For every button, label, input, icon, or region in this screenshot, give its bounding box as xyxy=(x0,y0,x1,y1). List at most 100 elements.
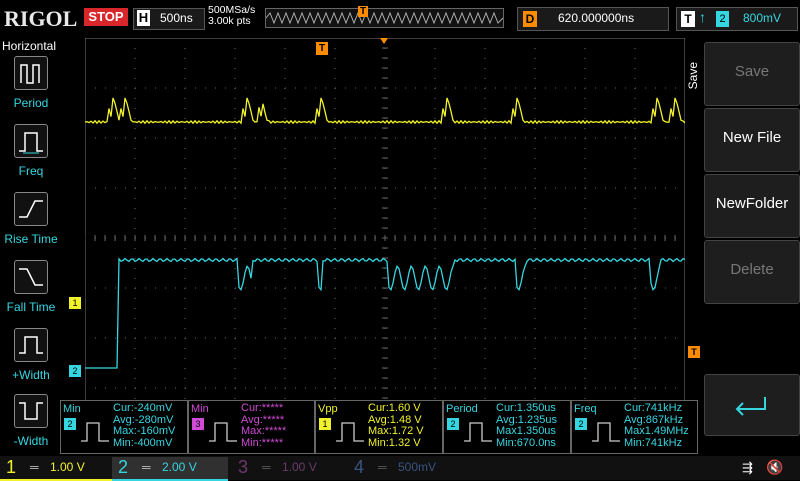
dc-coupling-icon: ═ xyxy=(30,460,39,474)
timebase-value: 500ns xyxy=(160,11,193,25)
measurement-name: Period xyxy=(446,403,478,415)
new-file-button[interactable]: New File xyxy=(704,108,800,172)
pulse-waveform-icon xyxy=(81,422,109,442)
ch4-number: 4 xyxy=(354,457,365,477)
trigger-level: 800mV xyxy=(743,11,782,25)
dc-coupling-icon: ═ xyxy=(378,460,387,474)
menu-title: Horizontal xyxy=(2,39,57,53)
freq-label: Freq xyxy=(18,164,44,178)
rise-time-icon xyxy=(14,192,48,226)
measurement-max: Max1.49MHz xyxy=(624,425,689,437)
ch2-status[interactable]: 2 ═ 2.00 V xyxy=(112,457,228,481)
measurement-source-chip: 2 xyxy=(447,418,459,430)
negative-width-label: -Width xyxy=(13,434,49,448)
trigger-level-marker[interactable]: T xyxy=(688,346,700,358)
delay-label: D xyxy=(523,11,537,27)
trigger-box[interactable]: T ↑ 2 800mV xyxy=(676,7,798,31)
measurement-source-chip: 2 xyxy=(575,418,587,430)
pulse-waveform-icon xyxy=(209,422,237,442)
measurement-values: Cur:***** Avg:***** Max:***** Min:***** xyxy=(241,402,287,449)
waveform-display[interactable] xyxy=(85,38,685,438)
rising-edge-icon: ↑ xyxy=(699,9,706,25)
measurement-cur: Cur:-240mV xyxy=(113,402,173,414)
measure-positive-width-button[interactable]: +Width xyxy=(0,328,62,388)
measure-fall-time-button[interactable]: Fall Time xyxy=(0,260,62,320)
pulse-waveform-icon xyxy=(336,422,364,442)
acquisition-info: 500MSa/s 3.00k pts xyxy=(208,5,255,27)
enter-arrow-icon xyxy=(735,397,766,416)
enter-button[interactable] xyxy=(704,374,800,436)
fall-time-icon xyxy=(14,260,48,294)
measure-negative-width-button[interactable]: -Width xyxy=(0,394,62,454)
save-menu-title: Save xyxy=(686,62,700,90)
ch4-scale: 500mV xyxy=(398,460,437,474)
measurement-min: Min:1.32 V xyxy=(368,436,421,449)
measurement-min: Min:670.0ns xyxy=(496,436,556,449)
ch3-number: 3 xyxy=(238,457,249,477)
measurement-max: Max:***** xyxy=(241,425,287,437)
timebase-box[interactable]: H 500ns xyxy=(133,8,205,30)
measurement-values: Cur:-240mV Avg:-280mV Max:-160mV Min:-400mV xyxy=(113,402,176,449)
measurement-values: Cur:741kHz Avg:867kHz Max1.49MHz Min:741kHz xyxy=(624,402,689,449)
freq-icon xyxy=(14,124,48,158)
fall-time-label: Fall Time xyxy=(6,300,56,314)
negative-width-icon xyxy=(14,394,48,428)
measurement-name: Freq xyxy=(574,403,597,415)
measure-rise-time-button[interactable]: Rise Time xyxy=(0,192,62,252)
ch1-status[interactable]: 1 ═ 1.00 V xyxy=(0,457,112,481)
measurement-item[interactable]: Period 2 Cur:1.350us Avg:1.235us Max1.350us M… xyxy=(443,400,571,454)
measurement-item[interactable]: Freq 2 Cur:741kHz Avg:867kHz Max1.49MHz Min:7… xyxy=(571,400,698,454)
delete-label: Delete xyxy=(730,261,774,278)
measurement-min: Min:741kHz xyxy=(624,436,683,449)
ch3-scale: 1.00 V xyxy=(282,460,317,474)
period-label: Period xyxy=(13,96,49,110)
measurement-values: Cur:1.60 V Avg:1.48 V Max:1.72 V Min:1.32 V xyxy=(368,402,424,449)
measurement-min: Min:-400mV xyxy=(113,436,173,449)
memory-depth: 3.00k pts xyxy=(208,15,251,27)
measurement-max: Max:-160mV xyxy=(113,425,176,437)
delete-button[interactable]: Delete xyxy=(704,240,800,304)
delay-value: 620.000000ns xyxy=(558,11,635,25)
trigger-source-chip: 2 xyxy=(716,11,729,27)
usb-icon: ⇶ xyxy=(742,460,753,475)
measurement-source-chip: 2 xyxy=(64,418,76,430)
period-icon xyxy=(14,56,48,90)
measurement-cur: Cur:1.350us xyxy=(496,402,556,414)
ch3-status[interactable]: 3 ═ 1.00 V xyxy=(232,457,342,479)
run-stop-indicator[interactable]: STOP xyxy=(84,8,128,26)
positive-width-icon xyxy=(14,328,48,362)
measurement-values: Cur:1.350us Avg:1.235us Max1.350us Min:670.… xyxy=(496,402,557,449)
horizontal-measure-menu: Horizontal Period Freq Rise Time Fall Ti… xyxy=(0,36,62,456)
measurement-max: Max:1.72 V xyxy=(368,425,424,437)
measurement-min: Min:***** xyxy=(241,436,284,449)
ch1-offset-marker[interactable]: 1 xyxy=(69,297,81,309)
timebase-label: H xyxy=(137,10,150,26)
new-folder-button[interactable]: NewFolder xyxy=(704,174,800,238)
measurement-source-chip: 3 xyxy=(192,418,204,430)
memory-waveform-icon xyxy=(266,11,503,25)
measure-freq-button[interactable]: Freq xyxy=(0,124,62,184)
measurement-item[interactable]: Min 2 Cur:-240mV Avg:-280mV Max:-160mV Min:-4… xyxy=(60,400,188,454)
ch2-offset-marker[interactable]: 2 xyxy=(69,365,81,377)
measurement-name: Vpp xyxy=(318,403,338,415)
measure-period-button[interactable]: Period xyxy=(0,56,62,116)
save-label: Save xyxy=(734,63,770,80)
measurement-name: Min xyxy=(63,403,81,415)
measurement-item[interactable]: Vpp 1 Cur:1.60 V Avg:1.48 V Max:1.72 V Min:1.… xyxy=(315,400,443,454)
ch2-scale: 2.00 V xyxy=(162,460,197,474)
measurement-cur: Cur:1.60 V xyxy=(368,402,421,414)
memory-trigger-marker: T xyxy=(358,6,369,17)
dc-coupling-icon: ═ xyxy=(142,460,151,474)
dc-coupling-icon: ═ xyxy=(262,460,271,474)
trigger-position-marker[interactable]: T xyxy=(316,42,328,55)
save-button[interactable]: Save xyxy=(704,42,800,106)
speaker-muted-icon[interactable]: 🔇 xyxy=(766,459,783,476)
ch2-number: 2 xyxy=(118,457,129,477)
measurement-cur: Cur:741kHz xyxy=(624,402,683,414)
measurement-item[interactable]: Min 3 Cur:***** Avg:***** Max:***** Min:***** xyxy=(188,400,315,454)
rise-time-label: Rise Time xyxy=(4,232,58,246)
ch4-status[interactable]: 4 ═ 500mV xyxy=(348,457,458,479)
memory-overview-strip[interactable] xyxy=(265,8,504,28)
measurement-name: Min xyxy=(191,403,209,415)
delay-box[interactable]: D 620.000000ns xyxy=(517,7,669,31)
